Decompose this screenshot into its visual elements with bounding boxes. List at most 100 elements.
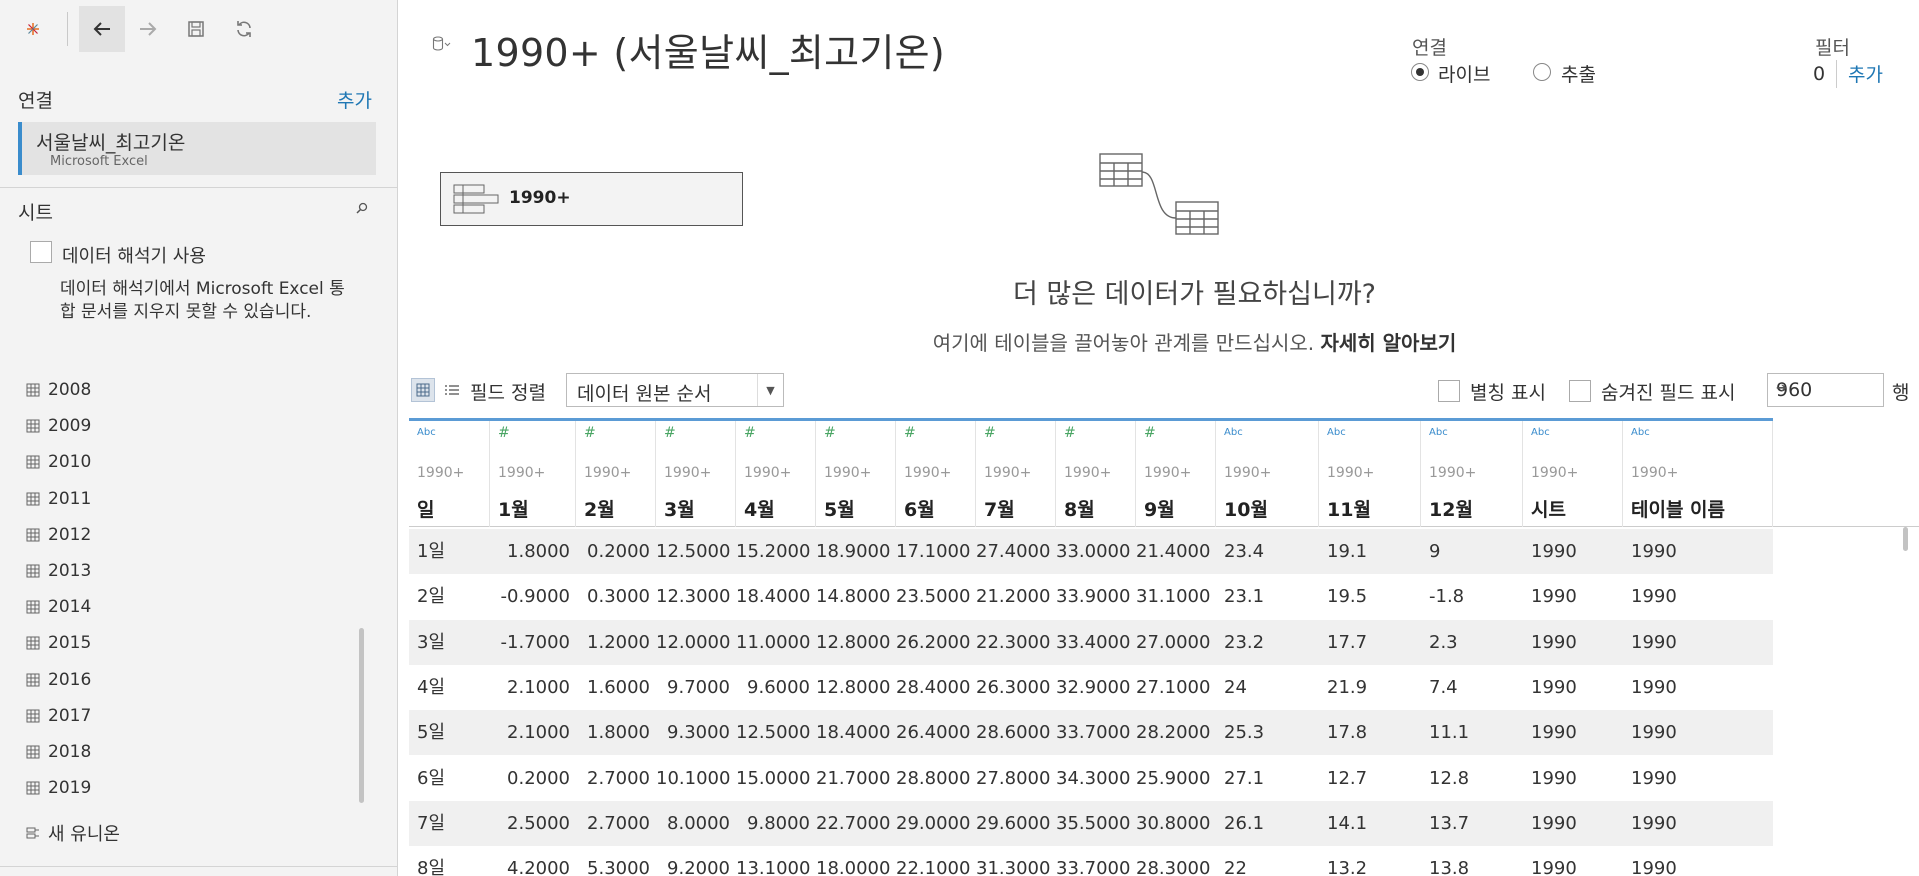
number-type-icon[interactable]: # (1064, 425, 1076, 441)
table-cell: 8.0000 (667, 812, 730, 834)
sheet-item[interactable]: 2008 (26, 375, 91, 405)
column-header[interactable]: #1990+ 8월 (1056, 421, 1136, 527)
number-type-icon[interactable]: # (984, 425, 996, 441)
table-cell: 1990 (1631, 767, 1677, 789)
table-cell: 30.8000 (1136, 812, 1211, 834)
column-header[interactable]: Abc 1990+ 10월 (1216, 421, 1319, 527)
sheets-title: 시트 (18, 202, 53, 224)
live-radio[interactable] (1411, 63, 1429, 81)
column-header[interactable]: Abc 1990+ 테이블 이름 (1623, 421, 1773, 527)
number-type-icon[interactable]: # (744, 425, 756, 441)
string-type-icon[interactable]: Abc (1429, 427, 1448, 438)
add-connection-link[interactable]: 추가 (337, 86, 372, 113)
logical-table-1990[interactable]: 1990+ (440, 172, 743, 226)
column-source: 1990+ (498, 465, 546, 481)
list-view-button[interactable] (441, 379, 463, 401)
sheet-item[interactable]: 2019 (26, 773, 91, 803)
string-type-icon[interactable]: Abc (1631, 427, 1650, 438)
sheet-grid-icon (26, 564, 40, 578)
column-header[interactable]: Abc 1990+ 시트 (1523, 421, 1623, 527)
table-cell: 17.7 (1327, 631, 1368, 653)
table-cell: 14.1 (1327, 812, 1368, 834)
sheet-item-label: 2019 (48, 778, 92, 799)
apply-arrow-icon[interactable]: ➔ (1776, 381, 1877, 396)
sheet-item[interactable]: 2016 (26, 665, 91, 695)
table-cell: 27.0000 (1136, 631, 1211, 653)
tableau-logo-icon[interactable] (10, 6, 56, 52)
learn-more-link[interactable]: 자세히 알아보기 (1320, 331, 1456, 355)
show-hidden-fields-checkbox[interactable] (1569, 380, 1591, 402)
column-name: 5월 (824, 499, 855, 521)
rows-input[interactable]: 960 ➔ (1767, 373, 1884, 407)
sheet-item[interactable]: 2012 (26, 520, 91, 550)
datasource-cylinder-icon[interactable] (432, 36, 452, 56)
sheet-search-icon[interactable] (356, 202, 368, 218)
string-type-icon[interactable]: Abc (1327, 427, 1346, 438)
column-name: 일 (417, 499, 435, 521)
sort-fields-dropdown[interactable]: 데이터 원본 순서 ▼ (566, 373, 784, 407)
extract-radio[interactable] (1533, 63, 1551, 81)
new-union-item[interactable]: 새 유니온 (26, 818, 120, 848)
sort-fields-value: 데이터 원본 순서 (577, 383, 712, 405)
number-type-icon[interactable]: # (584, 425, 596, 441)
datasource-title[interactable]: 1990+ (서울날씨_최고기온) (471, 22, 945, 77)
number-type-icon[interactable]: # (904, 425, 916, 441)
column-header[interactable]: #1990+ 7월 (976, 421, 1056, 527)
number-type-icon[interactable]: # (1144, 425, 1156, 441)
toolbar (0, 0, 397, 58)
data-source-sidebar: 연결 추가 서울날씨_최고기온 Microsoft Excel 시트 데이터 해… (0, 0, 398, 876)
number-type-icon[interactable]: # (824, 425, 836, 441)
sheet-item[interactable]: 2010 (26, 447, 91, 477)
column-name: 12월 (1429, 499, 1473, 521)
sheet-item[interactable]: 2013 (26, 556, 91, 586)
add-filter-link[interactable]: 추가 (1848, 60, 1883, 87)
sheet-item[interactable]: 2018 (26, 737, 91, 767)
string-type-icon[interactable]: Abc (417, 427, 436, 438)
sheet-item-label: 2009 (48, 416, 92, 437)
column-header[interactable]: #1990+ 3월 (656, 421, 736, 527)
table-cell: 28.2000 (1136, 722, 1211, 744)
column-header[interactable]: #1990+ 5월 (816, 421, 896, 527)
table-cell: 9.8000 (747, 812, 810, 834)
connection-item[interactable]: 서울날씨_최고기온 Microsoft Excel (18, 122, 376, 175)
grid-header-filler (1773, 421, 1919, 527)
column-header[interactable]: #1990+ 4월 (736, 421, 816, 527)
string-type-icon[interactable]: Abc (1531, 427, 1550, 438)
forward-button[interactable] (125, 6, 171, 52)
column-header[interactable]: #1990+ 6월 (896, 421, 976, 527)
number-type-icon[interactable]: # (664, 425, 676, 441)
table-cell: 12.8 (1429, 767, 1470, 789)
column-header[interactable]: #1990+ 9월 (1136, 421, 1216, 527)
sheet-item[interactable]: 2011 (26, 484, 91, 514)
column-header[interactable]: Abc 1990+ 일 (409, 421, 490, 527)
grid-vertical-scrollbar[interactable] (1903, 527, 1908, 551)
grid-view-button[interactable] (411, 378, 435, 402)
sheet-item[interactable]: 2015 (26, 628, 91, 658)
column-header[interactable]: Abc 1990+ 12월 (1421, 421, 1523, 527)
sheet-item[interactable]: 2014 (26, 592, 91, 622)
table-cell: 18.0000 (816, 858, 891, 876)
column-header[interactable]: #1990+ 2월 (576, 421, 656, 527)
table-cell: 32.9000 (1056, 676, 1131, 698)
table-row: 5일 2.1000 1.8000 9.3000 12.5000 18.4000 26.400… (409, 710, 1773, 756)
sheet-item[interactable]: 2017 (26, 701, 91, 731)
back-button[interactable] (79, 6, 125, 52)
show-aliases-checkbox[interactable] (1438, 380, 1460, 402)
sidebar-divider (0, 187, 397, 188)
column-header[interactable]: Abc 1990+ 11월 (1319, 421, 1421, 527)
string-type-icon[interactable]: Abc (1224, 427, 1243, 438)
save-button[interactable] (173, 6, 219, 52)
data-interpreter-checkbox[interactable] (30, 241, 52, 263)
sheet-item[interactable]: 2009 (26, 411, 91, 441)
table-cell: 1990 (1631, 541, 1677, 562)
number-type-icon[interactable]: # (498, 425, 510, 441)
column-header[interactable]: #1990+ 1월 (490, 421, 576, 527)
relationship-illustration-icon (1098, 152, 1222, 242)
table-row: 2일 -0.9000 0.3000 12.3000 18.4000 14.8000 23.5… (409, 574, 1773, 619)
sheet-list-scrollbar[interactable] (359, 628, 364, 803)
list-view-icon (445, 385, 459, 395)
table-cell: 7일 (417, 812, 446, 834)
new-union-label: 새 유니온 (48, 824, 120, 845)
table-cell: 1990 (1631, 586, 1677, 608)
refresh-button[interactable] (221, 6, 267, 52)
